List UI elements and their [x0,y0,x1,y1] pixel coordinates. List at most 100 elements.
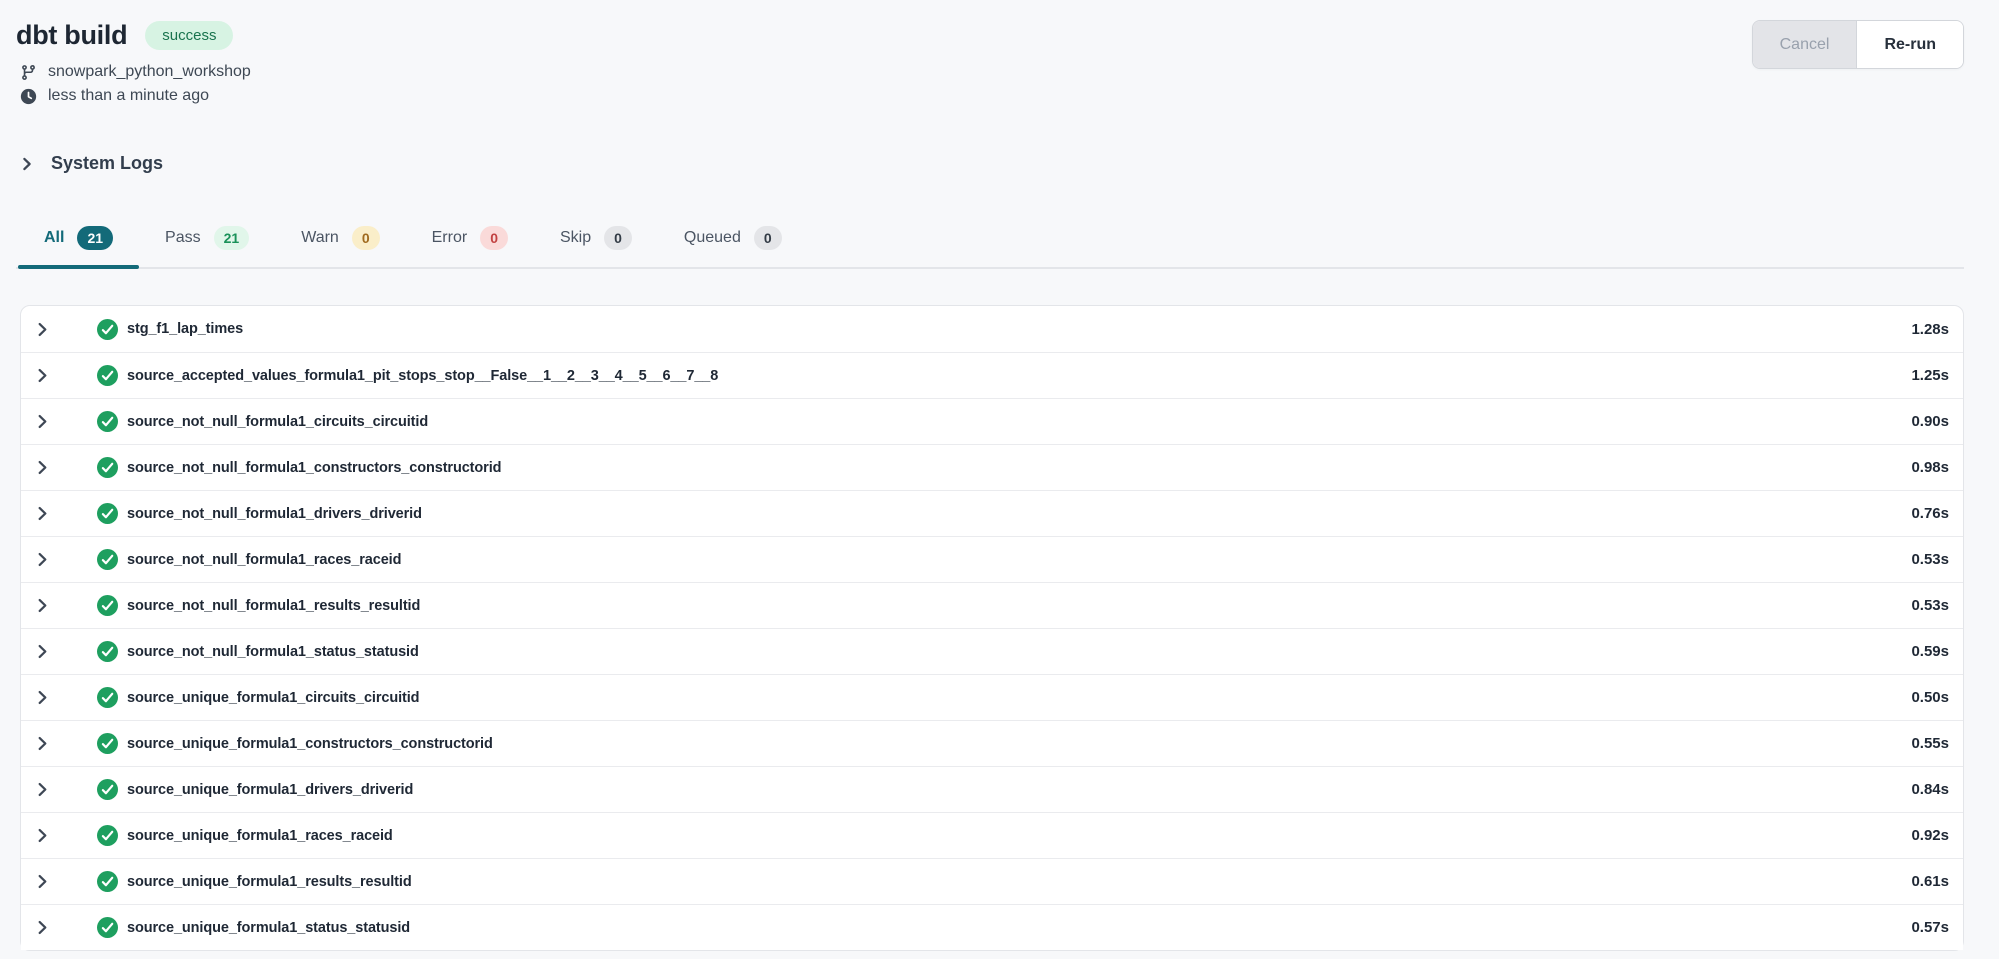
pass-check-icon [97,917,118,938]
result-name[interactable]: source_unique_formula1_circuits_circuiti… [127,690,419,706]
result-duration: 0.55s [1911,735,1949,752]
result-duration: 0.53s [1911,551,1949,568]
result-row: source_unique_formula1_drivers_driverid … [21,766,1963,812]
result-row: source_not_null_formula1_results_resulti… [21,582,1963,628]
result-name[interactable]: source_not_null_formula1_constructors_co… [127,460,501,476]
result-name[interactable]: source_unique_formula1_drivers_driverid [127,782,413,798]
result-row: source_unique_formula1_races_raceid 0.92… [21,812,1963,858]
result-name[interactable]: source_not_null_formula1_circuits_circui… [127,414,428,430]
tab-label: All [44,229,64,247]
tabs: All 21 Pass 21 Warn 0 Error 0 Skip 0 Que… [16,216,1964,269]
result-row: source_not_null_formula1_constructors_co… [21,444,1963,490]
expand-chevron-icon[interactable] [35,920,61,935]
branch-row: snowpark_python_workshop [20,63,1964,81]
tab-label: Error [432,229,468,247]
result-duration: 0.59s [1911,643,1949,660]
result-row: source_unique_formula1_constructors_cons… [21,720,1963,766]
result-name[interactable]: source_unique_formula1_results_resultid [127,874,412,890]
pass-check-icon [97,825,118,846]
run-header: dbt build success [16,20,1964,51]
git-branch-icon [20,64,37,81]
result-row: source_unique_formula1_results_resultid … [21,858,1963,904]
result-duration: 0.90s [1911,413,1949,430]
expand-chevron-icon[interactable] [35,598,61,613]
expand-chevron-icon[interactable] [35,782,61,797]
result-name[interactable]: source_unique_formula1_constructors_cons… [127,736,493,752]
tab-label: Warn [301,229,339,247]
cancel-button[interactable]: Cancel [1753,21,1858,68]
pass-check-icon [97,549,118,570]
result-name[interactable]: source_unique_formula1_status_statusid [127,920,410,936]
tab-error[interactable]: Error 0 [406,216,534,267]
result-row: source_not_null_formula1_circuits_circui… [21,398,1963,444]
pass-check-icon [97,411,118,432]
pass-check-icon [97,871,118,892]
status-badge: success [145,21,233,50]
page-title: dbt build [16,20,127,51]
system-logs-toggle[interactable]: System Logs [16,153,1964,174]
result-name[interactable]: source_unique_formula1_races_raceid [127,828,393,844]
pass-check-icon [97,733,118,754]
tab-label: Skip [560,229,591,247]
tab-count-badge: 21 [214,226,250,250]
result-row: source_unique_formula1_status_statusid 0… [21,904,1963,950]
result-duration: 0.84s [1911,781,1949,798]
branch-name: snowpark_python_workshop [48,63,251,81]
result-duration: 1.28s [1911,321,1949,338]
tab-queued[interactable]: Queued 0 [658,216,808,267]
tab-count-badge: 0 [480,226,508,250]
result-name[interactable]: source_accepted_values_formula1_pit_stop… [127,368,718,384]
result-row: source_not_null_formula1_status_statusid… [21,628,1963,674]
expand-chevron-icon[interactable] [35,828,61,843]
result-duration: 0.61s [1911,873,1949,890]
run-page: dbt build success snowpark_python_worksh… [0,0,1999,951]
pass-check-icon [97,595,118,616]
result-duration: 0.98s [1911,459,1949,476]
run-actions: Cancel Re-run [1752,20,1964,69]
rerun-button[interactable]: Re-run [1857,21,1963,68]
tab-count-badge: 0 [604,226,632,250]
expand-chevron-icon[interactable] [35,414,61,429]
tab-warn[interactable]: Warn 0 [275,216,405,267]
result-name[interactable]: source_not_null_formula1_drivers_driveri… [127,506,422,522]
result-name[interactable]: source_not_null_formula1_status_statusid [127,644,419,660]
pass-check-icon [97,779,118,800]
result-row: source_not_null_formula1_drivers_driveri… [21,490,1963,536]
result-duration: 1.25s [1911,367,1949,384]
pass-check-icon [97,365,118,386]
clock-icon [20,88,37,105]
time-row: less than a minute ago [20,87,1964,105]
expand-chevron-icon[interactable] [35,506,61,521]
tab-all[interactable]: All 21 [18,216,139,267]
expand-chevron-icon[interactable] [35,644,61,659]
time-ago: less than a minute ago [48,87,209,105]
result-name[interactable]: stg_f1_lap_times [127,321,243,337]
tab-label: Pass [165,229,201,247]
run-meta: snowpark_python_workshop less than a min… [16,63,1964,105]
result-duration: 0.50s [1911,689,1949,706]
result-row: source_unique_formula1_circuits_circuiti… [21,674,1963,720]
tab-pass[interactable]: Pass 21 [139,216,275,267]
expand-chevron-icon[interactable] [35,736,61,751]
result-duration: 0.57s [1911,919,1949,936]
expand-chevron-icon[interactable] [35,552,61,567]
pass-check-icon [97,457,118,478]
result-row: source_accepted_values_formula1_pit_stop… [21,352,1963,398]
result-name[interactable]: source_not_null_formula1_results_resulti… [127,598,420,614]
expand-chevron-icon[interactable] [35,368,61,383]
result-duration: 0.76s [1911,505,1949,522]
tab-skip[interactable]: Skip 0 [534,216,658,267]
expand-chevron-icon[interactable] [35,874,61,889]
result-name[interactable]: source_not_null_formula1_races_raceid [127,552,401,568]
results-list: stg_f1_lap_times 1.28s source_accepted_v… [20,305,1964,951]
chevron-right-icon [20,157,34,171]
pass-check-icon [97,641,118,662]
expand-chevron-icon[interactable] [35,322,61,337]
pass-check-icon [97,319,118,340]
expand-chevron-icon[interactable] [35,690,61,705]
result-row: stg_f1_lap_times 1.28s [21,306,1963,352]
pass-check-icon [97,503,118,524]
expand-chevron-icon[interactable] [35,460,61,475]
tab-count-badge: 21 [77,226,113,250]
tab-count-badge: 0 [754,226,782,250]
